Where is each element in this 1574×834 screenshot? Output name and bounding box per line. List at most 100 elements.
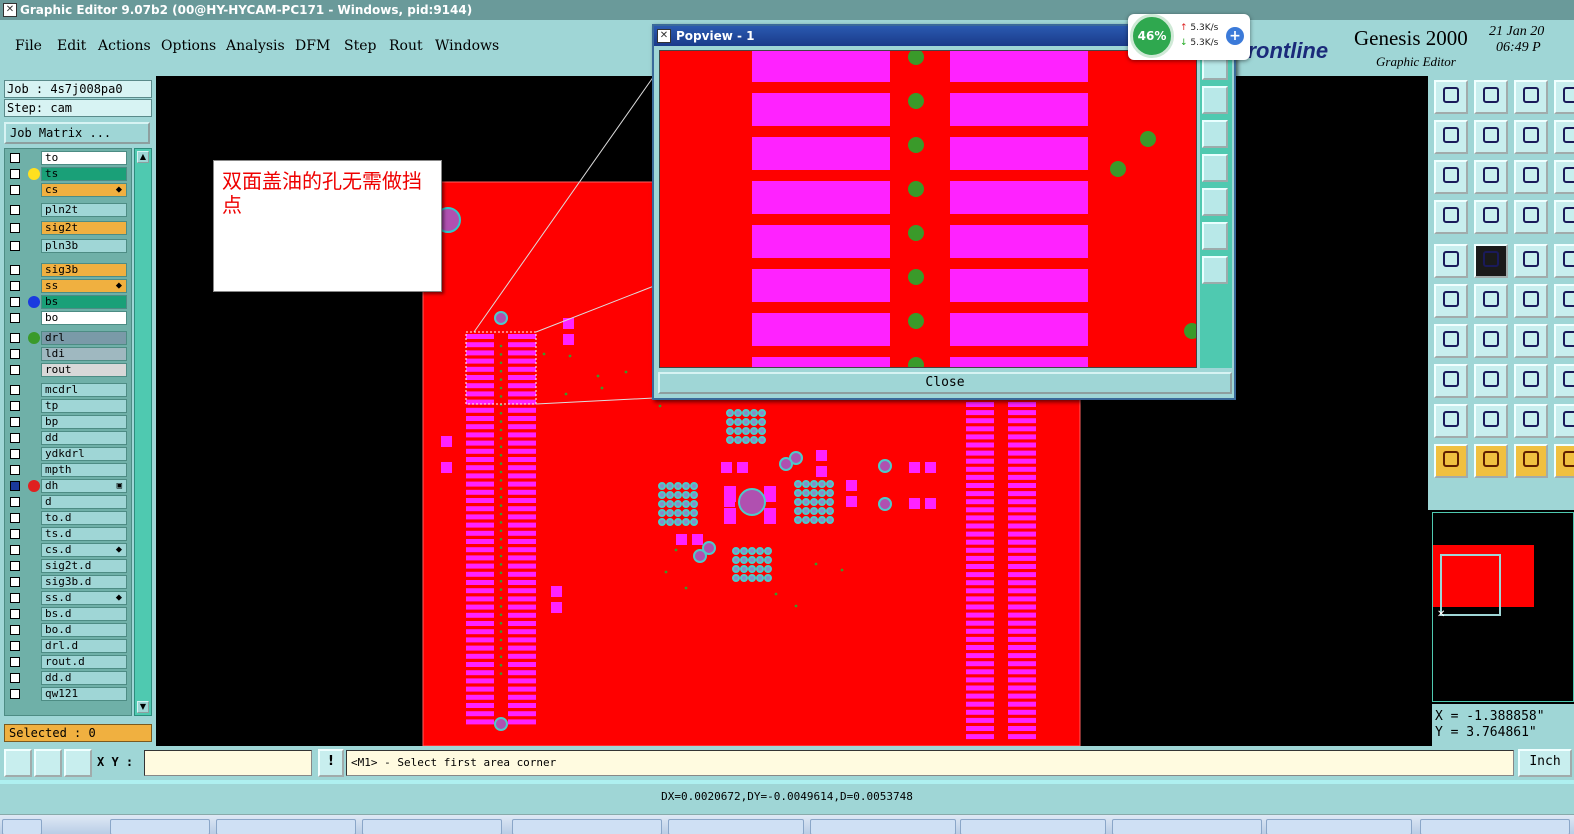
layer-name[interactable]: d — [41, 495, 127, 509]
layer-checkbox[interactable] — [10, 449, 20, 459]
layer-name[interactable]: mcdrl — [41, 383, 127, 397]
flag-icon[interactable] — [1554, 244, 1574, 278]
layer-checkbox[interactable] — [10, 657, 20, 667]
layer-name[interactable]: bo.d — [41, 623, 127, 637]
layer-row-rout-d[interactable]: rout.d — [7, 655, 129, 669]
layer-row-dh[interactable]: dh ▣ — [7, 479, 129, 493]
layer-row-ss[interactable]: ss ⬥ — [7, 279, 129, 293]
taskbar-item[interactable] — [1266, 819, 1412, 834]
menu-options[interactable]: Options — [161, 38, 216, 54]
measure-icon[interactable] — [1554, 200, 1574, 234]
layer-name[interactable]: ydkdrl — [41, 447, 127, 461]
layer-checkbox[interactable] — [10, 417, 20, 427]
align-right-icon[interactable] — [1474, 120, 1508, 154]
menu-file[interactable]: File — [15, 38, 42, 54]
layer-row-ss-d[interactable]: ss.d ⬥ — [7, 591, 129, 605]
layer-checkbox[interactable] — [10, 481, 20, 491]
layer-checkbox[interactable] — [10, 545, 20, 555]
layer-name[interactable]: mpth — [41, 463, 127, 477]
fit-center-icon[interactable] — [1474, 160, 1508, 194]
system-tray[interactable] — [1420, 819, 1570, 834]
line-icon[interactable] — [1474, 364, 1508, 398]
layer-name[interactable]: sig3b — [41, 263, 127, 277]
node-icon[interactable] — [1554, 404, 1574, 438]
menu-dfm[interactable]: DFM — [295, 38, 330, 54]
triangle-icon[interactable] — [1434, 404, 1468, 438]
layer-row-mpth[interactable]: mpth — [7, 463, 129, 477]
menu-rout[interactable]: Rout — [389, 38, 423, 54]
pointer-icon[interactable] — [1434, 444, 1468, 478]
layer-row-qw121[interactable]: qw121 — [7, 687, 129, 701]
layer-row-ts[interactable]: ts — [7, 167, 129, 181]
layer-name[interactable]: cs ⬥ — [41, 183, 127, 197]
layer-name[interactable]: qw121 — [41, 687, 127, 701]
layer-checkbox[interactable] — [10, 401, 20, 411]
layer-name[interactable]: cs.d ⬥ — [41, 543, 127, 557]
layer-row-to[interactable]: to — [7, 151, 129, 165]
layer-checkbox[interactable] — [10, 365, 20, 375]
layer-name[interactable]: sig2t.d — [41, 559, 127, 573]
pick-icon[interactable] — [1434, 364, 1468, 398]
menu-analysis[interactable]: Analysis — [226, 38, 285, 54]
layer-row-d[interactable]: d — [7, 495, 129, 509]
menu-edit[interactable]: Edit — [57, 38, 86, 54]
layer-row-bp[interactable]: bp — [7, 415, 129, 429]
grid-icon[interactable] — [1474, 200, 1508, 234]
layer-checkbox[interactable] — [10, 205, 20, 215]
layer-checkbox[interactable] — [10, 265, 20, 275]
bbox-icon[interactable] — [1554, 364, 1574, 398]
resize-icon[interactable] — [1514, 364, 1548, 398]
grid-snap-icon[interactable] — [64, 749, 92, 777]
menu-windows[interactable]: Windows — [435, 38, 499, 54]
zoom-fit-icon[interactable] — [1554, 80, 1574, 114]
menu-step[interactable]: Step — [344, 38, 376, 54]
layer-name[interactable]: bp — [41, 415, 127, 429]
layer-checkbox[interactable] — [10, 609, 20, 619]
line-draw-icon[interactable] — [1474, 244, 1508, 278]
scale-1-2-icon[interactable] — [1514, 160, 1548, 194]
layer-row-bs-d[interactable]: bs.d — [7, 607, 129, 621]
redraw-icon[interactable] — [1554, 120, 1574, 154]
layer-name[interactable]: bs — [41, 295, 127, 309]
pointer-branch-icon[interactable] — [1554, 444, 1574, 478]
layer-name[interactable]: dd — [41, 431, 127, 445]
layer-checkbox[interactable] — [10, 153, 20, 163]
layer-checkbox[interactable] — [10, 333, 20, 343]
angle-snap-icon[interactable] — [34, 749, 62, 777]
layer-name[interactable]: ss ⬥ — [41, 279, 127, 293]
popview-close-button[interactable]: Close — [658, 372, 1232, 394]
layer-name[interactable]: drl.d — [41, 639, 127, 653]
align-left-icon[interactable] — [1434, 120, 1468, 154]
layer-name[interactable]: ldi — [41, 347, 127, 361]
layer-checkbox[interactable] — [10, 223, 20, 233]
feature-select-icon[interactable] — [1434, 244, 1468, 278]
move-icon[interactable] — [1434, 284, 1468, 318]
home-view-icon[interactable] — [1514, 80, 1548, 114]
start-button[interactable] — [2, 819, 42, 834]
popview-zoom-view[interactable] — [659, 50, 1197, 368]
popview-zoom-out-icon[interactable] — [1202, 256, 1228, 284]
popview-pan-up-icon[interactable] — [1202, 86, 1228, 114]
layer-name[interactable]: rout.d — [41, 655, 127, 669]
rotate-icon[interactable] — [1514, 324, 1548, 358]
layer-row-ydkdrl[interactable]: ydkdrl — [7, 447, 129, 461]
layer-name[interactable]: drl — [41, 331, 127, 345]
layer-row-tp[interactable]: tp — [7, 399, 129, 413]
popview-zoom-in-icon[interactable] — [1202, 222, 1228, 250]
layer-checkbox[interactable] — [10, 241, 20, 251]
align-top-icon[interactable] — [1434, 80, 1468, 114]
layer-checkbox[interactable] — [10, 529, 20, 539]
layers-icon[interactable] — [1514, 200, 1548, 234]
layer-scrollbar[interactable]: ▲ ▼ — [134, 148, 152, 716]
layer-checkbox[interactable] — [10, 625, 20, 635]
layer-checkbox[interactable] — [10, 689, 20, 699]
layer-row-ldi[interactable]: ldi — [7, 347, 129, 361]
layer-row-sig3b-d[interactable]: sig3b.d — [7, 575, 129, 589]
add-icon[interactable]: + — [1226, 27, 1244, 45]
layer-name[interactable]: to — [41, 151, 127, 165]
scroll-up-icon[interactable]: ▲ — [137, 151, 149, 163]
layer-name[interactable]: tp — [41, 399, 127, 413]
delete-icon[interactable] — [1474, 284, 1508, 318]
slash-icon[interactable] — [1474, 324, 1508, 358]
taskbar-quicklaunch[interactable] — [110, 819, 210, 834]
